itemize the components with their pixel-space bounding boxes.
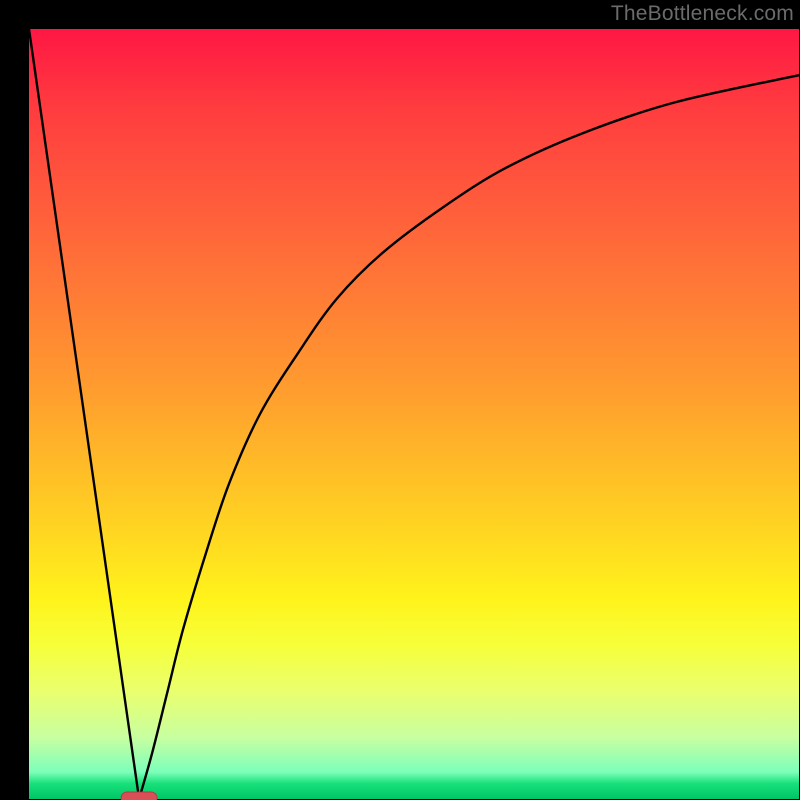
plot-area bbox=[29, 29, 799, 799]
watermark-text: TheBottleneck.com bbox=[611, 2, 794, 26]
chart-frame: TheBottleneck.com bbox=[0, 0, 800, 800]
